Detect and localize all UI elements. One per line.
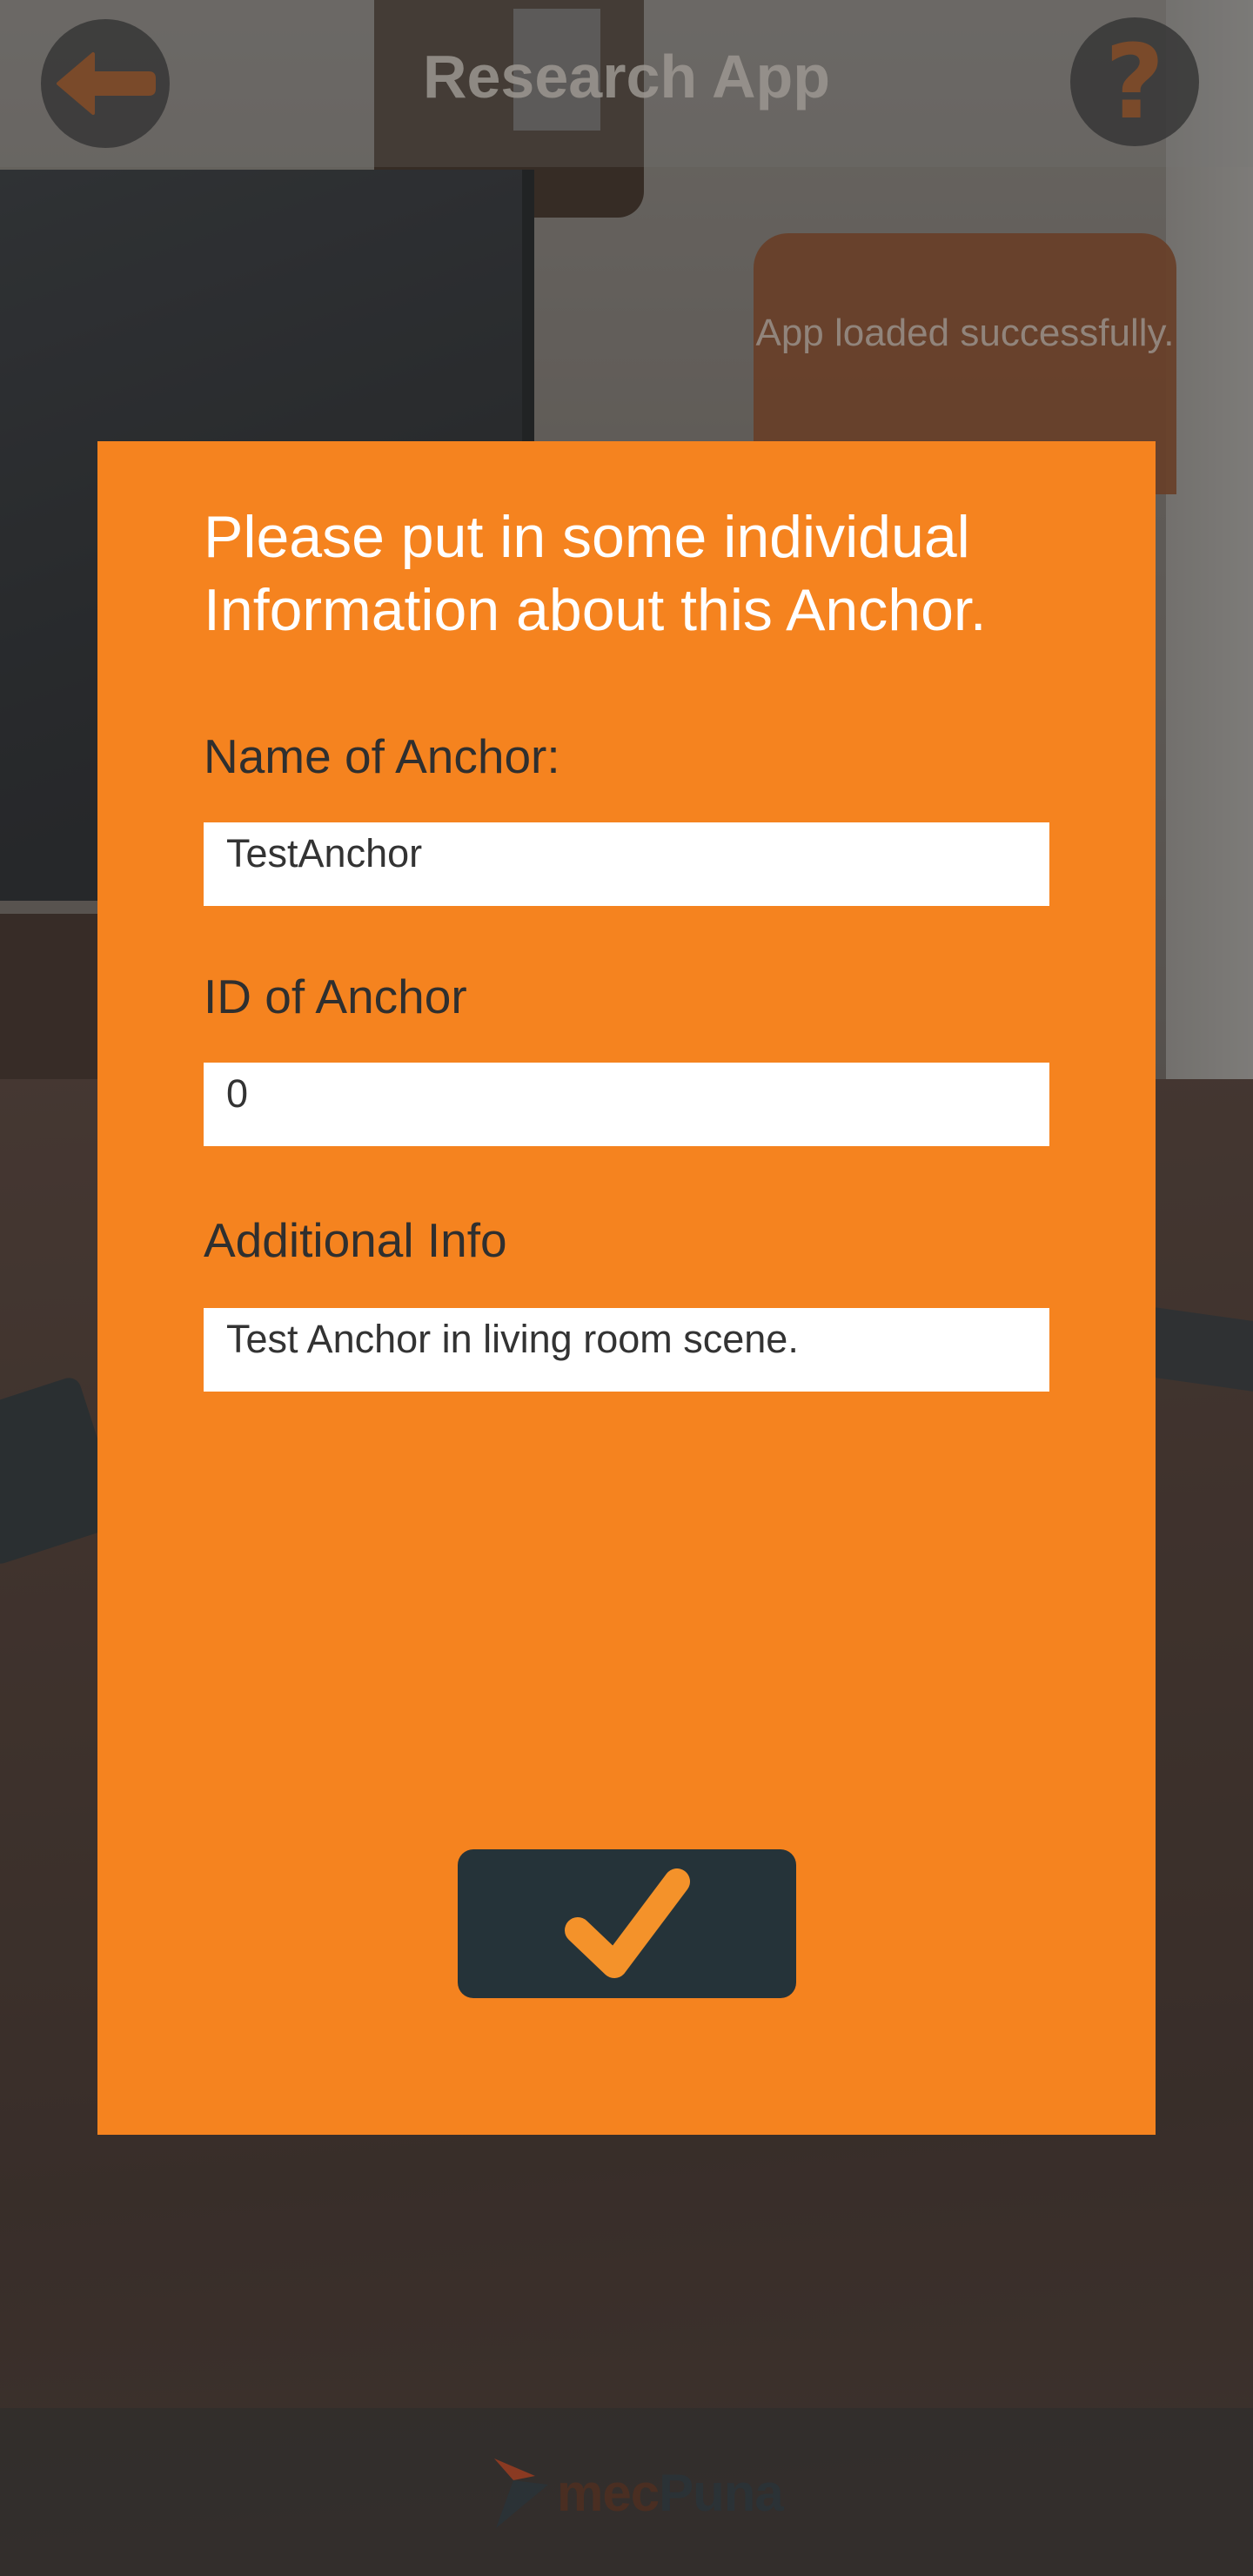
brand-mark-icon (494, 2459, 548, 2528)
anchor-id-input[interactable]: 0 (204, 1063, 1049, 1146)
additional-info-input[interactable]: Test Anchor in living room scene. (204, 1308, 1049, 1392)
anchor-id-label: ID of Anchor (204, 969, 467, 1023)
app-screen: Research App ? App loaded successfully. … (0, 0, 1253, 2576)
brand-name-part1: mec (557, 2464, 660, 2522)
toast-message: App loaded successfully. (755, 312, 1175, 354)
anchor-name-input[interactable]: TestAnchor (204, 822, 1049, 906)
app-title: Research App (422, 43, 831, 111)
checkmark-icon (564, 1868, 690, 1978)
confirm-button[interactable] (458, 1849, 796, 1998)
anchor-info-dialog: Please put in some individual Informatio… (97, 441, 1156, 2135)
anchor-name-label: Name of Anchor: (204, 729, 560, 783)
brand-logo: mecPuna (487, 2437, 784, 2541)
additional-info-label: Additional Info (204, 1213, 507, 1267)
brand-name-part2: Puna (659, 2464, 784, 2522)
help-button[interactable]: ? (1070, 17, 1199, 146)
dialog-title: Please put in some individual Informatio… (204, 504, 987, 643)
help-icon: ? (1104, 22, 1165, 142)
brand-name: mecPuna (557, 2463, 784, 2523)
